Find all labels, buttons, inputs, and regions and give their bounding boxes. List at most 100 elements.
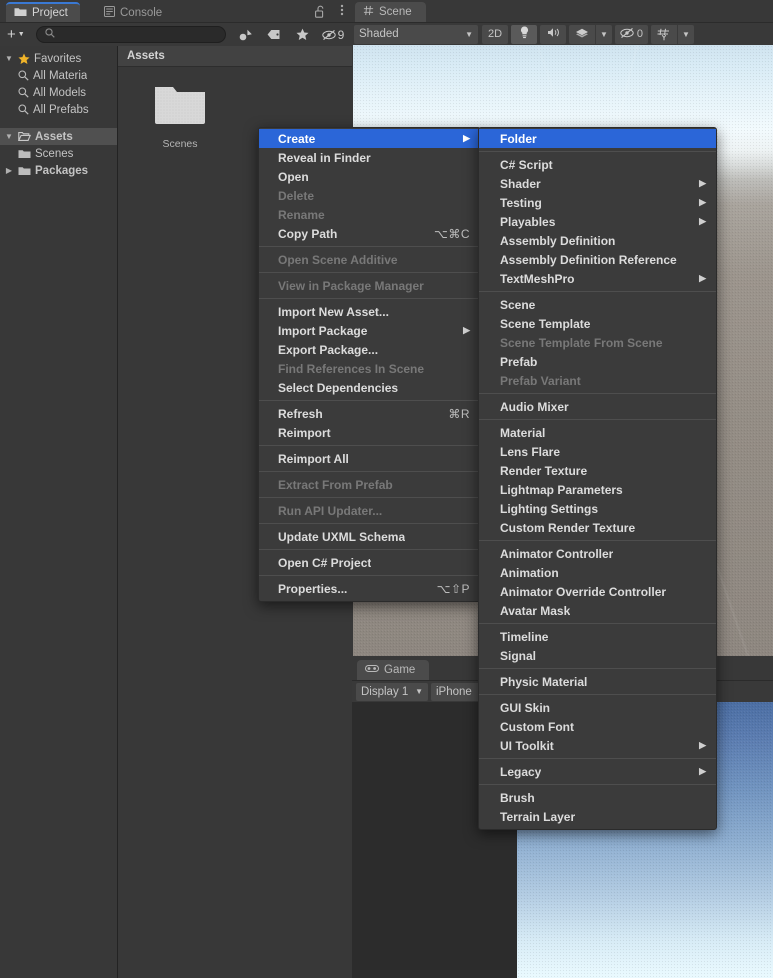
submenu-item-custom-font[interactable]: Custom Font xyxy=(479,717,716,736)
tree-item-all-prefabs[interactable]: All Prefabs xyxy=(0,101,117,118)
menu-item-create[interactable]: Create ▶ xyxy=(259,129,480,148)
submenu-item-audio-mixer[interactable]: Audio Mixer xyxy=(479,397,716,416)
grid-dropdown-icon[interactable]: ▼ xyxy=(677,24,694,44)
tab-scene[interactable]: Scene xyxy=(355,2,426,22)
menu-item-properties[interactable]: Properties... ⌥⇧P xyxy=(259,579,480,598)
tree-item-scenes[interactable]: Scenes xyxy=(0,145,117,162)
menu-item-reimport[interactable]: Reimport xyxy=(259,423,480,442)
submenu-item-terrain-layer[interactable]: Terrain Layer xyxy=(479,807,716,826)
tree-item-favorites[interactable]: ▼ Favorites xyxy=(0,50,117,67)
tab-project[interactable]: Project xyxy=(6,2,80,22)
chevron-right-icon[interactable]: ▶ xyxy=(4,166,14,175)
submenu-item-lighting-settings[interactable]: Lighting Settings xyxy=(479,499,716,518)
submenu-item-timeline[interactable]: Timeline xyxy=(479,627,716,646)
menu-item-refresh[interactable]: Refresh ⌘R xyxy=(259,404,480,423)
menu-item-update-uxml-schema[interactable]: Update UXML Schema xyxy=(259,527,480,546)
search-input[interactable] xyxy=(35,26,226,43)
tree-item-label: Scenes xyxy=(35,147,74,160)
scene-audio-toggle[interactable] xyxy=(540,24,566,44)
effects-icon[interactable] xyxy=(569,25,595,44)
submenu-item-animator-controller[interactable]: Animator Controller xyxy=(479,544,716,563)
submenu-item-signal[interactable]: Signal xyxy=(479,646,716,665)
menu-item-shortcut: ⌥⌘C xyxy=(434,226,470,241)
tree-item-assets[interactable]: ▼ Assets xyxy=(0,128,117,145)
effects-dropdown-icon[interactable]: ▼ xyxy=(595,24,612,44)
submenu-item-gui-skin[interactable]: GUI Skin xyxy=(479,698,716,717)
menu-item-open[interactable]: Open xyxy=(259,167,480,186)
hidden-assets-toggle[interactable]: 9 xyxy=(317,25,349,45)
kebab-menu-icon[interactable] xyxy=(340,3,344,21)
star-icon[interactable] xyxy=(289,25,315,45)
menu-item-label: Audio Mixer xyxy=(500,399,569,414)
menu-item-label: Animator Controller xyxy=(500,546,614,561)
submenu-item-assembly-definition-reference[interactable]: Assembly Definition Reference xyxy=(479,250,716,269)
chevron-down-icon: ▼ xyxy=(415,687,423,696)
scene-fx-group[interactable]: ▼ xyxy=(569,24,612,44)
game-display-dropdown[interactable]: Display 1 ▼ xyxy=(356,682,428,701)
submenu-item-prefab[interactable]: Prefab xyxy=(479,352,716,371)
submenu-item-testing[interactable]: Testing ▶ xyxy=(479,193,716,212)
submenu-item-shader[interactable]: Shader ▶ xyxy=(479,174,716,193)
menu-item-label: Render Texture xyxy=(500,463,588,478)
menu-separator xyxy=(479,668,716,669)
submenu-item-scene[interactable]: Scene xyxy=(479,295,716,314)
toggle-2d-button[interactable]: 2D xyxy=(482,24,508,44)
menu-item-label: Animator Override Controller xyxy=(500,584,667,599)
submenu-item-lens-flare[interactable]: Lens Flare xyxy=(479,442,716,461)
create-submenu: Folder C# Script Shader ▶ Testing ▶ Playables ▶… xyxy=(478,127,717,830)
menu-item-import-new-asset[interactable]: Import New Asset... xyxy=(259,302,480,321)
menu-item-open-c-project[interactable]: Open C# Project xyxy=(259,553,480,572)
menu-item-copy-path[interactable]: Copy Path ⌥⌘C xyxy=(259,224,480,243)
create-asset-button[interactable]: + ▼ xyxy=(3,25,29,44)
tree-item-all-materials[interactable]: All Materia xyxy=(0,67,117,84)
menu-item-reimport-all[interactable]: Reimport All xyxy=(259,449,480,468)
menu-item-reveal-in-finder[interactable]: Reveal in Finder xyxy=(259,148,480,167)
tree-item-packages[interactable]: ▶ Packages xyxy=(0,162,117,179)
shading-mode-dropdown[interactable]: Shaded ▼ xyxy=(354,24,478,44)
submenu-item-textmeshpro[interactable]: TextMeshPro ▶ xyxy=(479,269,716,288)
menu-item-import-package[interactable]: Import Package ▶ xyxy=(259,321,480,340)
menu-item-export-package[interactable]: Export Package... xyxy=(259,340,480,359)
chevron-down-icon[interactable]: ▼ xyxy=(4,132,14,141)
submenu-item-assembly-definition[interactable]: Assembly Definition xyxy=(479,231,716,250)
menu-item-label: Folder xyxy=(500,131,537,146)
submenu-item-lightmap-parameters[interactable]: Lightmap Parameters xyxy=(479,480,716,499)
hidden-objects-toggle[interactable]: 0 xyxy=(614,24,649,44)
menu-item-label: Custom Render Texture xyxy=(500,520,636,535)
scene-lighting-toggle[interactable] xyxy=(511,24,537,44)
submenu-item-physic-material[interactable]: Physic Material xyxy=(479,672,716,691)
submenu-item-render-texture[interactable]: Render Texture xyxy=(479,461,716,480)
tab-console[interactable]: Console xyxy=(96,3,174,23)
tree-item-all-models[interactable]: All Models xyxy=(0,84,117,101)
asset-item-scenes[interactable]: Scenes xyxy=(144,82,216,150)
submenu-item-scene-template[interactable]: Scene Template xyxy=(479,314,716,333)
grid-visibility-icon[interactable] xyxy=(651,25,677,44)
submenu-item-c-script[interactable]: C# Script xyxy=(479,155,716,174)
submenu-item-folder[interactable]: Folder xyxy=(479,129,716,148)
chevron-down-icon[interactable]: ▼ xyxy=(4,54,14,63)
submenu-item-playables[interactable]: Playables ▶ xyxy=(479,212,716,231)
filter-by-label-icon[interactable] xyxy=(261,25,287,45)
submenu-item-avatar-mask[interactable]: Avatar Mask xyxy=(479,601,716,620)
menu-item-select-dependencies[interactable]: Select Dependencies xyxy=(259,378,480,397)
submenu-item-ui-toolkit[interactable]: UI Toolkit ▶ xyxy=(479,736,716,755)
submenu-item-legacy[interactable]: Legacy ▶ xyxy=(479,762,716,781)
lock-open-icon[interactable] xyxy=(315,5,326,21)
search-icon xyxy=(18,87,29,98)
menu-item-label: Find References In Scene xyxy=(278,361,425,376)
submenu-item-custom-render-texture[interactable]: Custom Render Texture xyxy=(479,518,716,537)
submenu-item-animator-override-controller[interactable]: Animator Override Controller xyxy=(479,582,716,601)
menu-item-label: TextMeshPro xyxy=(500,271,575,286)
scene-grid-group[interactable]: ▼ xyxy=(651,24,694,44)
menu-item-label: View in Package Manager xyxy=(278,278,424,293)
submenu-item-brush[interactable]: Brush xyxy=(479,788,716,807)
shading-mode-label: Shaded xyxy=(359,28,399,40)
submenu-item-animation[interactable]: Animation xyxy=(479,563,716,582)
tab-game[interactable]: Game xyxy=(357,660,430,680)
submenu-item-material[interactable]: Material xyxy=(479,423,716,442)
star-icon xyxy=(18,53,30,65)
menu-item-label: Refresh xyxy=(278,406,323,421)
filter-by-type-icon[interactable] xyxy=(233,25,259,45)
menu-item-label: Open C# Project xyxy=(278,555,372,570)
